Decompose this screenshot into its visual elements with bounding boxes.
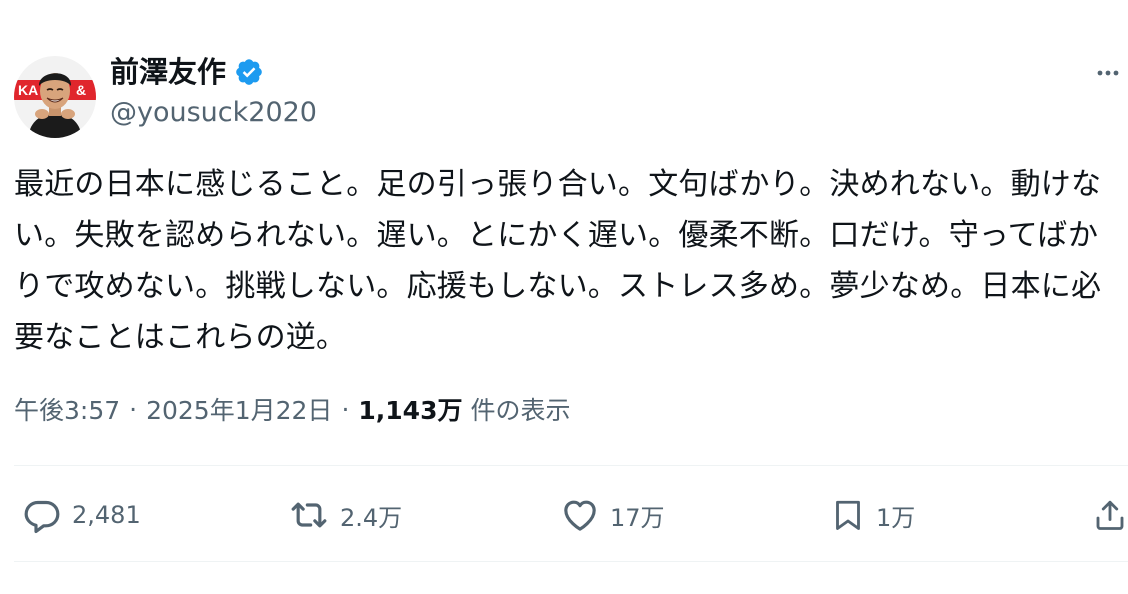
share-button[interactable] (1092, 494, 1128, 536)
tweet-time[interactable]: 午後3:57 (14, 391, 120, 427)
meta-separator: · (129, 394, 138, 424)
like-count: 17万 (610, 503, 665, 532)
reply-icon (24, 500, 60, 534)
reply-count: 2,481 (72, 501, 141, 529)
verified-badge-icon (234, 57, 264, 87)
retweet-count: 2.4万 (340, 503, 403, 532)
more-options-button[interactable] (1090, 58, 1126, 88)
svg-text:&: & (76, 82, 86, 98)
bookmark-icon (836, 500, 860, 530)
views-label: 件の表示 (470, 396, 571, 425)
tweet: KA & 前澤友作 @yousuck2020 最近の日本に感じること。足の引っ張… (0, 0, 1128, 594)
like-button[interactable]: 17万 (560, 494, 665, 536)
retweet-button[interactable]: 2.4万 (288, 494, 402, 536)
avatar-image: KA & (14, 56, 96, 138)
tweet-date[interactable]: 2025年1月22日 (146, 391, 332, 427)
display-name[interactable]: 前澤友作 (110, 50, 226, 94)
author-name-row: 前澤友作 (110, 50, 264, 94)
bookmark-button[interactable]: 1万 (830, 494, 915, 536)
bookmark-count: 1万 (876, 503, 916, 532)
avatar[interactable]: KA & (14, 56, 96, 138)
author-handle[interactable]: @yousuck2020 (110, 93, 317, 133)
views-count[interactable]: 1,143万 (358, 391, 462, 427)
svg-text:KA: KA (18, 82, 38, 98)
retweet-icon (291, 502, 327, 528)
tweet-text: 最近の日本に感じること。足の引っ張り合い。文句ばかり。決めれない。動けない。失敗… (14, 167, 1102, 355)
meta-separator: · (341, 394, 350, 424)
reply-button[interactable]: 2,481 (22, 494, 141, 536)
heart-icon (564, 500, 596, 531)
divider (14, 465, 1128, 466)
share-icon (1096, 500, 1124, 530)
more-dots-icon (1097, 70, 1119, 76)
tweet-meta: 午後3:57 · 2025年1月22日 · 1,143万 件の表示 (14, 389, 570, 429)
divider (14, 561, 1128, 562)
